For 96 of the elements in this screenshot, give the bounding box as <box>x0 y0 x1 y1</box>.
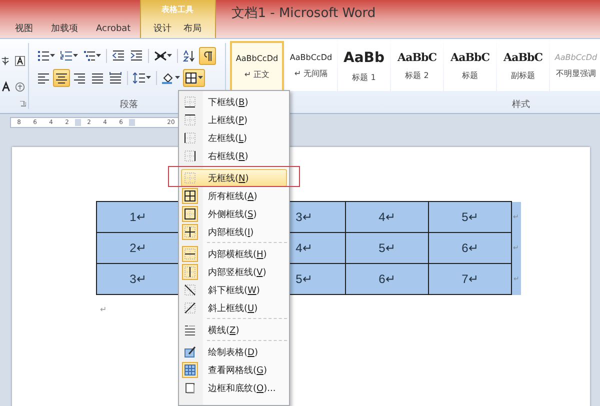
style-gallery-item[interactable]: AaBbC 标题 2 <box>391 41 443 91</box>
caret-icon <box>73 54 78 58</box>
paragraph-mark: ↵ <box>100 305 107 314</box>
list-icon <box>37 50 50 62</box>
menu-item[interactable]: 内部横框线(H) <box>181 245 287 263</box>
paragraph-button[interactable] <box>183 69 205 87</box>
menu-item[interactable]: 查看网格线(G) <box>181 361 287 379</box>
paragraph-button[interactable] <box>199 47 216 65</box>
alignment-icon <box>109 72 122 84</box>
style-gallery-item[interactable]: AaBbCcDd ↵ 正文 <box>230 41 284 93</box>
caret-icon <box>146 76 151 80</box>
table-cell[interactable]: 6↵ <box>428 232 512 264</box>
paint-bucket-icon <box>162 72 175 84</box>
caret-icon <box>167 54 172 58</box>
sort-icon <box>183 50 196 62</box>
border-icon <box>184 284 196 296</box>
border-icon <box>184 226 196 238</box>
style-sample: AaBbCcDd <box>554 53 598 62</box>
border-icon <box>184 132 196 144</box>
style-gallery-item[interactable]: AaBbC 副标题 <box>497 41 549 91</box>
ribbon-tab[interactable]: Acrobat <box>87 20 140 38</box>
style-gallery-item[interactable]: AaBbCcDd 不明显强调 <box>550 41 600 91</box>
indent-icon <box>130 50 143 62</box>
menu-item[interactable]: 左框线(L) <box>181 129 287 147</box>
style-name: 标题 1 <box>352 72 376 82</box>
ribbon-tab[interactable]: 设计 <box>148 20 178 38</box>
menu-item[interactable]: 内部框线(I) <box>181 223 287 241</box>
style-name: ↵ 无间隔 <box>294 68 328 79</box>
style-name: 不明显强调 <box>556 68 596 79</box>
menu-item[interactable]: 绘制表格(D) <box>181 343 287 361</box>
style-gallery-item[interactable]: AaBb 标题 1 <box>338 41 390 91</box>
border-icon <box>184 208 196 220</box>
table-cell[interactable]: 5↵ <box>428 202 512 232</box>
table-cell[interactable]: 6↵ <box>346 264 428 294</box>
style-name: 标题 2 <box>405 70 429 81</box>
border-icon <box>184 172 196 184</box>
alignment-icon <box>73 72 86 84</box>
style-sample: AaBbCcDd <box>236 54 278 63</box>
style-gallery-item[interactable]: AaBbCcDd ↵ 无间隔 <box>285 41 337 91</box>
menu-item[interactable]: 上框线(P) <box>181 111 287 129</box>
ribbon-tab[interactable]: 视图 <box>6 20 42 38</box>
alignment-icon <box>91 72 104 84</box>
group-label: 段落 <box>120 98 138 112</box>
table-cell[interactable]: 4↵ <box>346 202 428 232</box>
menu-item[interactable]: 边框和底纹(O)... <box>181 379 287 397</box>
table-cell[interactable]: 7↵ <box>428 264 512 294</box>
border-icon <box>184 114 196 126</box>
ribbon-tab[interactable]: 布局 <box>178 20 208 38</box>
dialog-launcher-icon[interactable] <box>20 101 26 107</box>
style-name: ↵ 正文 <box>244 69 270 80</box>
chinese-layout-icon <box>154 50 167 62</box>
style-name: 标题 <box>462 70 478 81</box>
window-icon <box>184 382 196 394</box>
indent-icon <box>112 50 125 62</box>
border-icon <box>184 302 196 314</box>
pencil-table-icon <box>184 346 196 358</box>
caret-icon <box>96 54 101 58</box>
border-icon <box>184 96 196 108</box>
group-label: 样式 <box>512 98 530 112</box>
border-icon <box>184 266 196 278</box>
border-icon <box>184 150 196 162</box>
table-cell[interactable]: 5↵ <box>346 232 428 264</box>
style-sample: AaBbC <box>450 51 490 64</box>
style-name: 副标题 <box>511 70 535 81</box>
font-button[interactable] <box>14 53 26 69</box>
ribbon-tab[interactable]: 加载项 <box>42 20 87 38</box>
caret-icon <box>175 76 180 80</box>
menu-item[interactable]: 斜上框线(U) <box>181 299 287 317</box>
borders-icon <box>185 72 198 84</box>
style-sample: AaBbC <box>398 51 436 64</box>
table-cell[interactable]: 3↵ <box>96 264 180 294</box>
list-icon <box>60 50 73 62</box>
paragraph-button[interactable] <box>53 69 70 87</box>
alignment-icon <box>55 72 68 84</box>
caret-icon <box>50 54 55 58</box>
caret-icon <box>198 76 203 80</box>
menu-item[interactable]: 横线(Z) <box>181 321 287 339</box>
style-sample: AaBbCcDd <box>290 53 332 62</box>
border-icon <box>184 190 196 202</box>
table-cell[interactable]: 2↵ <box>96 232 180 264</box>
list-icon <box>83 50 96 62</box>
window-title: 文档1 - Microsoft Word <box>230 5 376 22</box>
menu-item[interactable]: 右框线(R) <box>181 147 287 165</box>
menu-item[interactable]: 下框线(B) <box>181 93 287 111</box>
border-icon <box>184 248 196 260</box>
table-cell[interactable]: 1↵ <box>96 202 180 232</box>
alignment-icon <box>37 72 50 84</box>
line-spacing-icon <box>133 72 146 84</box>
style-sample: AaBbC <box>504 51 542 64</box>
contextual-tab-group-label: 表格工具 <box>162 4 194 16</box>
horizontal-line-icon <box>184 324 196 336</box>
style-gallery-item[interactable]: AaBbC 标题 <box>444 41 496 91</box>
menu-item[interactable]: 无框线(N) <box>181 169 287 187</box>
circled-character-icon <box>15 81 25 93</box>
grid-icon <box>184 364 196 376</box>
style-sample: AaBb <box>344 50 384 66</box>
